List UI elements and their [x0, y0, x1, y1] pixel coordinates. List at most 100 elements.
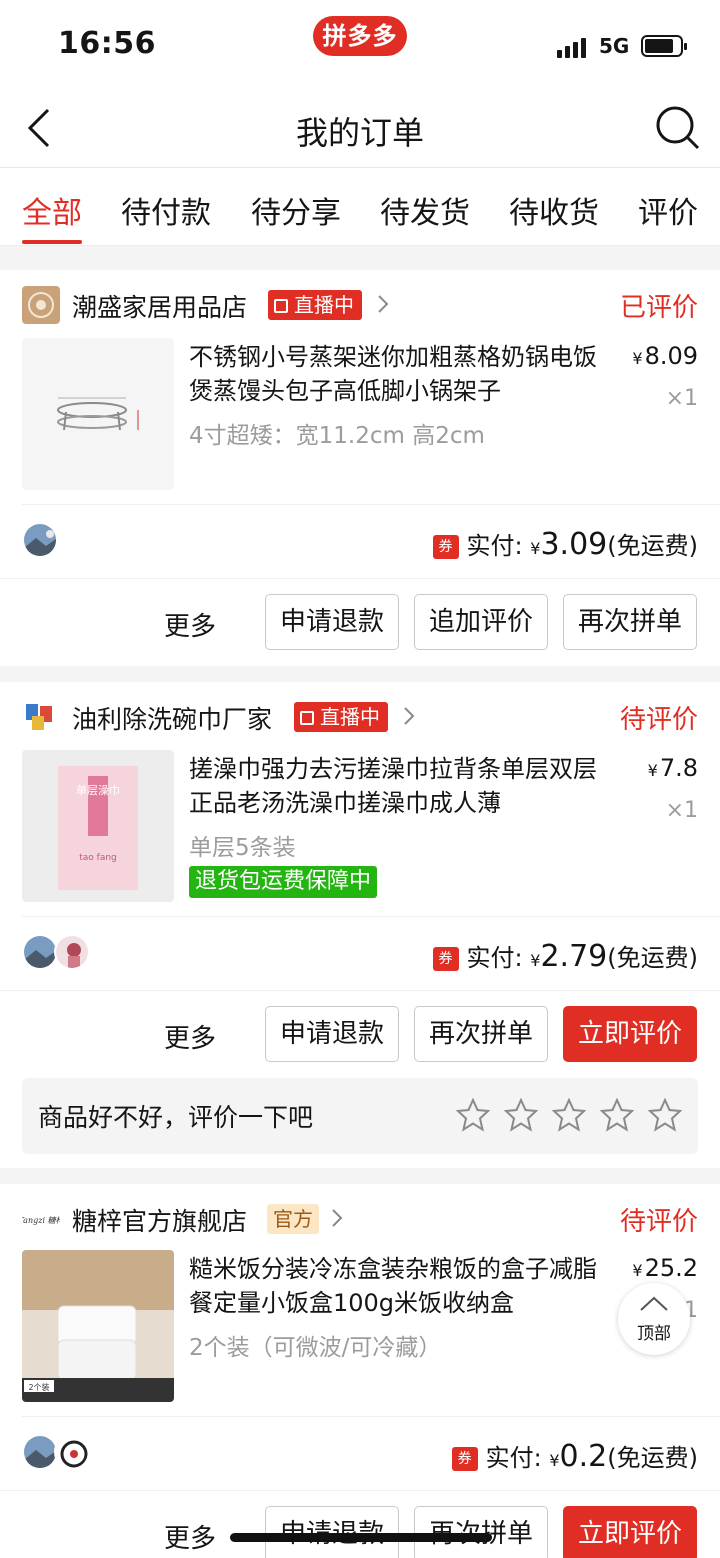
active-tab-indicator [22, 240, 82, 244]
svg-text:Tangzi 糖梓: Tangzi 糖梓 [22, 1216, 60, 1225]
back-to-top-label: 顶部 [637, 1324, 671, 1344]
product-price: ¥7.8 [647, 754, 698, 782]
avatar [22, 522, 58, 558]
divider [22, 916, 720, 917]
shop-header[interactable]: 潮盛家居用品店 直播中 已评价 [0, 270, 720, 338]
avatar [22, 1434, 58, 1470]
shop-header[interactable]: 油利除洗碗巾厂家 直播中 待评价 [0, 682, 720, 750]
review-now-button[interactable]: 立即评价 [563, 1506, 697, 1558]
live-badge-label: 直播中 [320, 705, 380, 729]
shop-logo [22, 698, 60, 736]
product-price: ¥25.2 [632, 1254, 698, 1282]
avatar [22, 934, 58, 970]
pay-label: 实付: [466, 944, 523, 972]
shipping-guarantee-badge: 退货包运费保障中 [189, 866, 378, 898]
order-card: 油利除洗碗巾厂家 直播中 待评价 单层澡巾 tao fang 搓澡巾强力去污搓澡巾… [0, 682, 720, 1168]
app-logo: 拼多多 [313, 16, 407, 56]
star-icon[interactable] [648, 1098, 682, 1132]
shipping-note: (免运费) [607, 944, 698, 972]
divider [0, 1490, 720, 1491]
coupon-icon: 券 [451, 1447, 478, 1471]
shop-name: 糖梓官方旗舰店 [72, 1207, 248, 1236]
svg-text:单层澡巾: 单层澡巾 [76, 783, 120, 797]
product-image[interactable] [22, 338, 174, 490]
product-title[interactable]: 搓澡巾强力去污搓澡巾拉背条单层双层正品老汤洗澡巾搓澡巾成人薄 [189, 752, 619, 820]
battery-icon [641, 35, 687, 57]
shipping-note: (免运费) [607, 532, 698, 560]
live-badge-label: 直播中 [294, 293, 354, 317]
shop-header[interactable]: Tangzi 糖梓 糖梓官方旗舰店 官方 待评价 [0, 1184, 720, 1252]
product-spec: 4寸超矮：宽11.2cm 高2cm [189, 423, 485, 449]
payment-summary: 券实付: ¥0.2(免运费) [451, 1438, 698, 1474]
official-badge: 官方 [267, 1204, 319, 1234]
chevron-right-icon [404, 707, 415, 725]
more-button[interactable]: 更多 [164, 606, 216, 643]
divider [0, 990, 720, 991]
star-icon[interactable] [456, 1098, 490, 1132]
tab-all[interactable]: 全部 [22, 188, 82, 232]
network-type: 5G [599, 34, 630, 58]
coupon-icon: 券 [432, 535, 459, 559]
more-button[interactable]: 更多 [164, 1518, 216, 1555]
product-spec: 2个装（可微波/可冷藏） [189, 1335, 442, 1361]
live-badge: 直播中 [294, 702, 388, 732]
product-quantity: ×1 [665, 798, 698, 823]
chevron-up-icon [640, 1296, 668, 1311]
shop-logo: Tangzi 糖梓 [22, 1200, 60, 1238]
live-badge: 直播中 [268, 290, 362, 320]
tab-pending-share[interactable]: 待分享 [251, 188, 341, 232]
pay-amount: 2.79 [540, 939, 608, 974]
chevron-right-icon [332, 1209, 343, 1227]
product-title[interactable]: 不锈钢小号蒸架迷你加粗蒸格奶锅电饭煲蒸馒头包子高低脚小锅架子 [189, 340, 619, 408]
divider [22, 1416, 720, 1417]
page-title: 我的订单 [295, 114, 424, 152]
reorder-button[interactable]: 再次拼单 [414, 1506, 548, 1558]
order-status: 待评价 [619, 705, 698, 735]
tab-pending-shipment[interactable]: 待发货 [380, 188, 470, 232]
avatar [54, 934, 90, 970]
home-indicator[interactable] [230, 1533, 492, 1542]
back-to-top-button[interactable]: 顶部 [618, 1283, 690, 1355]
tab-review[interactable]: 评价 [638, 188, 698, 232]
product-title[interactable]: 糙米饭分装冷冻盒装杂粮饭的盒子减脂餐定量小饭盒100g米饭收纳盒 [189, 1252, 619, 1320]
product-image[interactable]: 单层澡巾 tao fang [22, 750, 174, 902]
pay-label: 实付: [466, 532, 523, 560]
product-quantity: ×1 [665, 386, 698, 411]
order-card: 潮盛家居用品店 直播中 已评价 不锈钢小号蒸架迷你加粗蒸格奶锅电饭煲蒸馒头包子高… [0, 270, 720, 666]
order-status: 已评价 [619, 293, 698, 323]
tab-pending-payment[interactable]: 待付款 [121, 188, 211, 232]
status-bar: 16:56 拼多多 5G [0, 0, 720, 90]
status-time: 16:56 [58, 26, 156, 61]
signal-icon [557, 36, 589, 58]
pay-amount: 3.09 [540, 527, 608, 562]
product-image[interactable]: 2个装 [22, 1250, 174, 1402]
refund-button[interactable]: 申请退款 [265, 1506, 399, 1558]
reorder-button[interactable]: 再次拼单 [414, 1006, 548, 1062]
tab-pending-receipt[interactable]: 待收货 [509, 188, 599, 232]
refund-button[interactable]: 申请退款 [265, 1006, 399, 1062]
reorder-button[interactable]: 再次拼单 [563, 594, 697, 650]
payment-summary: 券实付: ¥3.09(免运费) [432, 526, 698, 562]
more-button[interactable]: 更多 [164, 1018, 216, 1055]
add-review-button[interactable]: 追加评价 [414, 594, 548, 650]
star-icon[interactable] [504, 1098, 538, 1132]
nav-bar: 我的订单 [0, 90, 720, 168]
rating-prompt: 商品好不好，评价一下吧 [22, 1078, 698, 1154]
refund-button[interactable]: 申请退款 [265, 594, 399, 650]
pay-label: 实付: [485, 1444, 542, 1472]
rating-prompt-text: 商品好不好，评价一下吧 [38, 1103, 314, 1132]
avatar [54, 1434, 90, 1470]
coupon-icon: 券 [432, 947, 459, 971]
svg-text:2个装: 2个装 [28, 1382, 49, 1392]
divider [0, 578, 720, 579]
order-tabs: 全部 待付款 待分享 待发货 待收货 评价 [0, 168, 720, 246]
star-icon[interactable] [600, 1098, 634, 1132]
product-price: ¥8.09 [632, 342, 698, 370]
product-spec: 单层5条装 [189, 835, 296, 861]
order-card: Tangzi 糖梓 糖梓官方旗舰店 官方 待评价 2个装 糙米饭分装冷冻盒装杂粮… [0, 1184, 720, 1558]
search-button[interactable] [654, 104, 700, 150]
star-icon[interactable] [552, 1098, 586, 1132]
review-now-button[interactable]: 立即评价 [563, 1006, 697, 1062]
shop-name: 潮盛家居用品店 [72, 293, 248, 322]
shop-logo [22, 286, 60, 324]
